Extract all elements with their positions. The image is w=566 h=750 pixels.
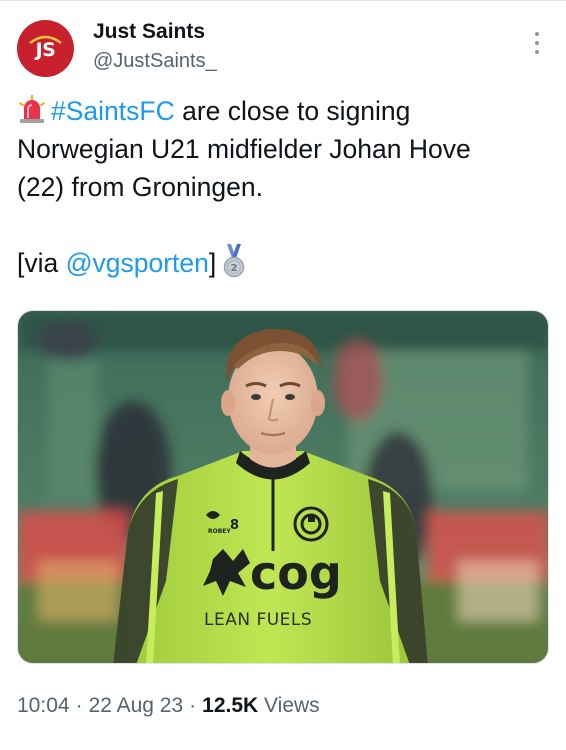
tweet-photo[interactable]: ROBEY 8 cog LEAN FUELS: [17, 310, 549, 664]
tweet-date[interactable]: 22 Aug 23: [89, 694, 184, 717]
sponsor-logo: cog: [203, 546, 342, 600]
views-count[interactable]: 12.5K: [202, 694, 258, 717]
top-divider: [0, 0, 566, 1]
author-handle[interactable]: @JustSaints_: [93, 50, 217, 73]
hashtag-link[interactable]: #SaintsFC: [51, 96, 175, 126]
meta-separator: ·: [75, 694, 83, 717]
author-display-name[interactable]: Just Saints: [93, 20, 205, 44]
sponsor-text: LEAN FUELS: [204, 610, 312, 630]
meta-separator: ·: [189, 694, 197, 717]
svg-text:2: 2: [231, 263, 238, 274]
sponsor-wordmark: cog: [250, 546, 342, 600]
svg-text:ROBEY: ROBEY: [208, 528, 231, 535]
avatar[interactable]: JS: [17, 20, 74, 77]
second-place-medal-icon: 2: [224, 244, 245, 278]
avatar-monogram: JS: [35, 38, 56, 61]
rotating-light-icon: [18, 95, 46, 123]
views-label: Views: [258, 694, 320, 717]
tweet-meta: 10:04 · 22 Aug 23 · 12.5K Views: [17, 694, 320, 718]
mention-link[interactable]: @vgsporten: [66, 248, 209, 278]
tweet-time[interactable]: 10:04: [17, 694, 70, 717]
tweet-body-text-end: ]: [208, 248, 217, 278]
tweet-text: #SaintsFC are close to signing Norwegian…: [17, 92, 552, 282]
shirt-number: 8: [230, 518, 239, 533]
more-options-icon[interactable]: [528, 32, 546, 54]
